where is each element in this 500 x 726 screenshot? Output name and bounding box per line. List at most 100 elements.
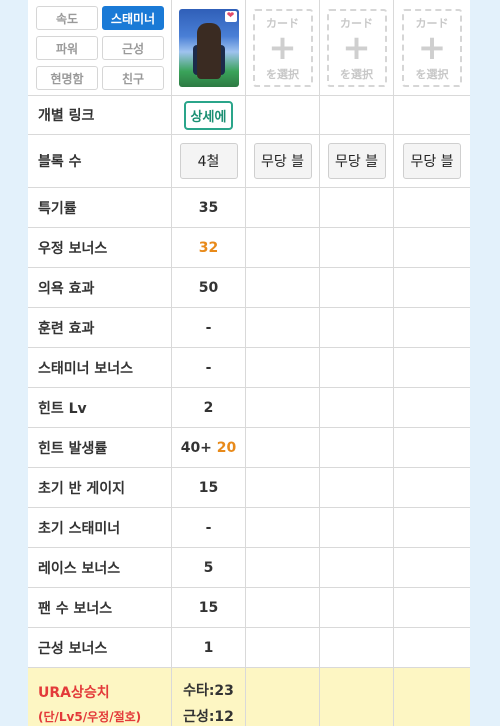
row-value: 32 bbox=[172, 228, 246, 267]
table-row: 특기률 35 bbox=[28, 188, 470, 228]
breakthrough-row: 블록 수 4철 무당 블 무당 블 무당 블 bbox=[28, 135, 470, 188]
row-empty bbox=[394, 348, 470, 387]
select-card-slot-4[interactable]: カード + を選択 bbox=[402, 8, 462, 87]
table-row: 팬 수 보너스 15 bbox=[28, 588, 470, 628]
card-slot-bottom-label: を選択 bbox=[340, 67, 373, 81]
ura-value-line2: 근성:12 bbox=[183, 709, 234, 725]
breakthrough-select[interactable]: 무당 블 bbox=[403, 143, 461, 179]
row-value: - bbox=[172, 508, 246, 547]
row-value: 15 bbox=[172, 468, 246, 507]
card-cell-4: カード + を選択 bbox=[394, 0, 470, 95]
row-label: 힌트 Lv bbox=[28, 388, 172, 427]
row-empty bbox=[246, 308, 320, 347]
row-empty bbox=[320, 468, 394, 507]
table-row: 레이스 보너스 5 bbox=[28, 548, 470, 588]
row-value: 35 bbox=[172, 188, 246, 227]
row-empty bbox=[320, 668, 394, 726]
row-value: - bbox=[172, 348, 246, 387]
row-label: 의욕 효과 bbox=[28, 268, 172, 307]
row-empty bbox=[320, 428, 394, 467]
link-row: 개별 링크 상세에 bbox=[28, 96, 470, 135]
table-row: 우정 보너스 32 bbox=[28, 228, 470, 268]
row-empty bbox=[246, 348, 320, 387]
row-empty bbox=[246, 268, 320, 307]
row-empty bbox=[394, 588, 470, 627]
row-empty bbox=[320, 508, 394, 547]
select-card-slot-2[interactable]: カード + を選択 bbox=[252, 8, 313, 87]
row-empty bbox=[246, 388, 320, 427]
row-empty bbox=[394, 308, 470, 347]
row-value: 40+ 20 bbox=[172, 428, 246, 467]
support-card-image[interactable]: ❤ bbox=[178, 8, 239, 87]
row-value: 50 bbox=[172, 268, 246, 307]
card-cell-2: カード + を選択 bbox=[246, 0, 320, 95]
row-value: 15 bbox=[172, 588, 246, 627]
link-cell-1: 상세에 bbox=[172, 96, 246, 134]
ura-subtitle: (단/Lv5/우정/절호) bbox=[38, 709, 142, 724]
row-empty bbox=[246, 508, 320, 547]
heart-icon[interactable]: ❤ bbox=[224, 10, 237, 22]
ura-value-line1: 수타:23 bbox=[183, 683, 234, 699]
row-empty bbox=[394, 428, 470, 467]
detail-link-button[interactable]: 상세에 bbox=[183, 100, 234, 130]
row-label: 훈련 효과 bbox=[28, 308, 172, 347]
card-cell-1: ❤ bbox=[172, 0, 246, 95]
row-empty bbox=[320, 268, 394, 307]
filter-guts-button[interactable]: 근성 bbox=[102, 36, 164, 60]
row-value: 2 bbox=[172, 388, 246, 427]
link-cell-3 bbox=[320, 96, 394, 134]
table-row: 스태미너 보너스 - bbox=[28, 348, 470, 388]
row-value: 5 bbox=[172, 548, 246, 587]
card-slot-bottom-label: を選択 bbox=[266, 67, 299, 81]
row-empty bbox=[246, 468, 320, 507]
row-label: 초기 반 게이지 bbox=[28, 468, 172, 507]
row-label: 레이스 보너스 bbox=[28, 548, 172, 587]
breakthrough-cell-3: 무당 블 bbox=[320, 135, 394, 187]
row-empty bbox=[246, 548, 320, 587]
link-cell-2 bbox=[246, 96, 320, 134]
row-value: 1 bbox=[172, 628, 246, 667]
row-empty bbox=[246, 668, 320, 726]
row-label: 스태미너 보너스 bbox=[28, 348, 172, 387]
row-empty bbox=[246, 188, 320, 227]
row-empty bbox=[394, 268, 470, 307]
breakthrough-cell-1: 4철 bbox=[172, 135, 246, 187]
filter-wisdom-button[interactable]: 현명함 bbox=[36, 66, 98, 90]
card-cell-3: カード + を選択 bbox=[320, 0, 394, 95]
row-empty bbox=[246, 588, 320, 627]
filter-speed-button[interactable]: 속도 bbox=[36, 6, 98, 30]
row-label: 힌트 발생률 bbox=[28, 428, 172, 467]
row-empty bbox=[246, 428, 320, 467]
breakthrough-select[interactable]: 무당 블 bbox=[327, 143, 386, 179]
filter-stamina-button[interactable]: 스태미너 bbox=[102, 6, 164, 30]
plus-icon: + bbox=[417, 28, 447, 68]
ura-label-cell: URA상승치 (단/Lv5/우정/절호) bbox=[28, 668, 172, 726]
row-empty bbox=[320, 228, 394, 267]
row-empty bbox=[394, 388, 470, 427]
hint-base-value: 40+ bbox=[180, 439, 212, 456]
filter-friend-button[interactable]: 친구 bbox=[102, 66, 164, 90]
row-empty bbox=[246, 628, 320, 667]
support-card-compare-table: 속도 스태미너 파워 근성 현명함 친구 ❤ カード + を選択 カード + を… bbox=[28, 0, 470, 726]
row-empty bbox=[320, 348, 394, 387]
row-empty bbox=[320, 588, 394, 627]
select-card-slot-3[interactable]: カード + を選択 bbox=[326, 8, 387, 87]
table-row: 초기 스태미너 - bbox=[28, 508, 470, 548]
row-empty bbox=[394, 188, 470, 227]
breakthrough-select[interactable]: 4철 bbox=[179, 143, 238, 179]
row-label: 초기 스태미너 bbox=[28, 508, 172, 547]
card-figure bbox=[196, 22, 221, 79]
row-label: 개별 링크 bbox=[28, 96, 172, 134]
table-row: 훈련 효과 - bbox=[28, 308, 470, 348]
filter-power-button[interactable]: 파워 bbox=[36, 36, 98, 60]
row-empty bbox=[394, 508, 470, 547]
row-label: 블록 수 bbox=[28, 135, 172, 187]
row-empty bbox=[320, 548, 394, 587]
breakthrough-select[interactable]: 무당 블 bbox=[253, 143, 312, 179]
card-selection-row: 속도 스태미너 파워 근성 현명함 친구 ❤ カード + を選択 カード + を… bbox=[28, 0, 470, 96]
breakthrough-cell-2: 무당 블 bbox=[246, 135, 320, 187]
row-empty bbox=[394, 628, 470, 667]
ura-value: 수타:23 근성:12 bbox=[172, 668, 246, 726]
stat-filter-cell: 속도 스태미너 파워 근성 현명함 친구 bbox=[28, 0, 172, 95]
table-row: 의욕 효과 50 bbox=[28, 268, 470, 308]
